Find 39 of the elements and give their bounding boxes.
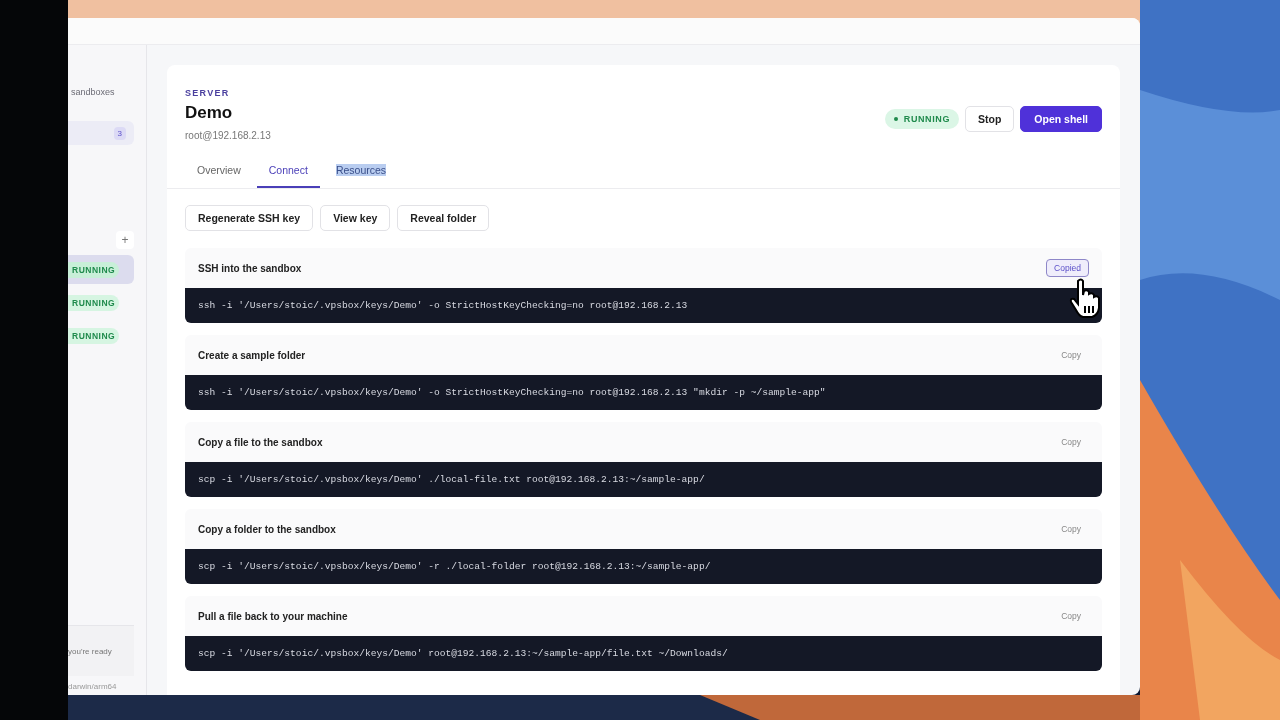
sandbox-item[interactable]: RUNNING bbox=[68, 255, 134, 284]
command-text: scp -i '/Users/stoic/.vpsbox/keys/Demo' -r ./local-folder root@192.168.2.13:~/sample-app/ bbox=[198, 561, 711, 572]
command-title: Pull a file back to your machine bbox=[198, 610, 348, 622]
stop-button[interactable]: Stop bbox=[965, 106, 1015, 132]
copy-button[interactable]: Copied bbox=[1046, 259, 1089, 277]
sandbox-item[interactable]: RUNNING bbox=[68, 321, 134, 350]
platform-label: darwin/arm64 bbox=[68, 681, 118, 693]
command-title: SSH into the sandbox bbox=[198, 262, 302, 274]
command-text: ssh -i '/Users/stoic/.vpsbox/keys/Demo' -o StrictHostKeyChecking=no root@192.168.2.13 "mkdir -p ~/sample-app" bbox=[198, 387, 826, 398]
copy-button[interactable]: Copy bbox=[1053, 433, 1089, 451]
count-badge: 3 bbox=[113, 126, 126, 140]
sandbox-item[interactable]: RUNNING bbox=[68, 288, 134, 317]
status-badge: RUNNING bbox=[68, 261, 120, 278]
tab[interactable]: Overview bbox=[185, 159, 253, 188]
copy-button[interactable]: Copy bbox=[1053, 520, 1089, 538]
status-badge: RUNNING bbox=[884, 109, 959, 129]
server-name: Demo bbox=[185, 103, 234, 123]
open-shell-button[interactable]: Open shell bbox=[1020, 106, 1102, 132]
copy-button[interactable]: Copy bbox=[1053, 346, 1089, 364]
command-title: Create a sample folder bbox=[198, 349, 306, 361]
command-title: Copy a folder to the sandbox bbox=[198, 523, 336, 535]
sidebar-item[interactable]: 3 bbox=[68, 121, 134, 145]
action-button[interactable]: Regenerate SSH key bbox=[185, 205, 314, 231]
action-button[interactable]: Reveal folder bbox=[397, 205, 490, 231]
tab[interactable]: Connect bbox=[256, 159, 320, 188]
command-text: scp -i '/Users/stoic/.vpsbox/keys/Demo' ./local-file.txt root@192.168.2.13:~/sample-app/ bbox=[198, 474, 705, 485]
command-title: Copy a file to the sandbox bbox=[198, 436, 323, 448]
status-badge: RUNNING bbox=[68, 327, 120, 344]
server-address: root@192.168.2.13 bbox=[185, 130, 271, 141]
section-label: SERVER bbox=[185, 88, 231, 98]
sidebar-caption: sandboxes bbox=[70, 87, 116, 97]
status-badge: RUNNING bbox=[68, 294, 120, 311]
tab[interactable]: Resources bbox=[323, 159, 399, 188]
copy-button[interactable]: Copy bbox=[1053, 607, 1089, 625]
command-text: ssh -i '/Users/stoic/.vpsbox/keys/Demo' -o StrictHostKeyChecking=no root@192.168.2.13 bbox=[198, 300, 688, 311]
command-text: scp -i '/Users/stoic/.vpsbox/keys/Demo' root@192.168.2.13:~/sample-app/file.txt ~/Downloads/ bbox=[198, 648, 728, 659]
action-button[interactable]: View key bbox=[320, 205, 391, 231]
note-text: you're ready bbox=[68, 646, 112, 656]
add-button[interactable]: + bbox=[116, 231, 134, 249]
